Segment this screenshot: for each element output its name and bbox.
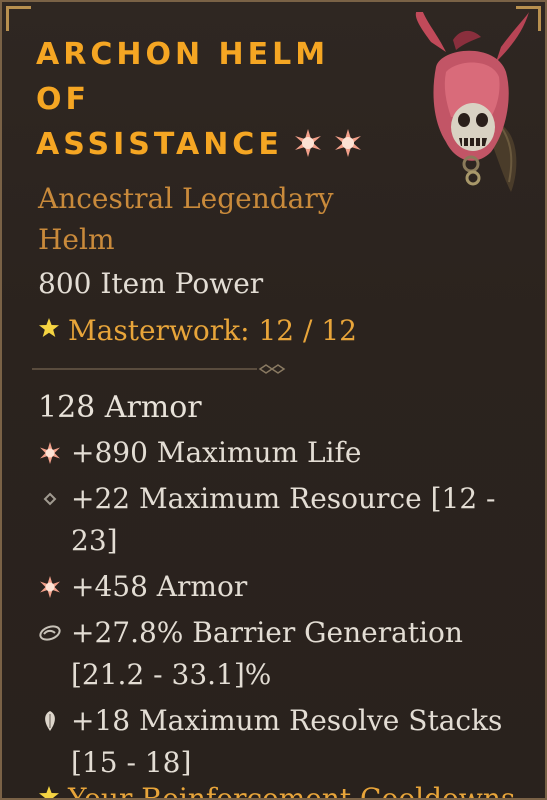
masterwork-star-icon xyxy=(39,318,59,337)
item-tooltip: ARCHON HELM OF ASSISTANCE Ancestral Lege… xyxy=(0,0,547,800)
affix-text: +18 Maximum Resolve Stacks [15 - 18] xyxy=(71,704,503,779)
archon-helm-image xyxy=(415,12,529,192)
affix-text: +890 Maximum Life xyxy=(71,436,362,469)
frame-corner-left xyxy=(6,6,31,31)
affix-row: +22 Maximum Resource [12 - 23] xyxy=(38,478,528,562)
affix-text: +22 Maximum Resource [12 - 23] xyxy=(71,482,496,557)
affix-text: +458 Armor xyxy=(71,570,248,603)
item-title-text: ASSISTANCE xyxy=(36,127,283,162)
affix-text: +27.8% Barrier Generation [21.2 - 33.1]% xyxy=(71,616,463,691)
affix-row: +458 Armor xyxy=(38,566,528,608)
diamond-bullet-icon xyxy=(43,492,57,506)
tempered-spiral-icon xyxy=(39,625,61,641)
cut-off-affix: Your Reinforcement Cooldowns xyxy=(38,782,516,800)
masterwork-text: Masterwork: 12 / 12 xyxy=(68,314,357,347)
item-title-line-3: ASSISTANCE xyxy=(36,122,416,167)
masterwork-star-icon xyxy=(39,786,59,798)
affix-row: +27.8% Barrier Generation [21.2 - 33.1]% xyxy=(38,612,528,696)
section-divider xyxy=(32,364,286,374)
greater-affix-star-icon xyxy=(334,129,361,157)
greater-affix-star-icon xyxy=(40,442,60,464)
shield-leaf-icon xyxy=(45,711,55,731)
masterwork-row: Masterwork: 12 / 12 xyxy=(38,314,357,347)
cut-off-affix-text: Your Reinforcement Cooldowns xyxy=(68,782,516,800)
item-title-line-2: OF xyxy=(36,82,90,117)
base-armor: 128 Armor xyxy=(38,390,202,425)
affix-row: +18 Maximum Resolve Stacks [15 - 18] xyxy=(38,700,528,784)
greater-affix-star-icon xyxy=(40,576,60,598)
item-title: ARCHON HELM OF ASSISTANCE xyxy=(36,32,416,167)
item-power: 800 Item Power xyxy=(38,267,264,300)
item-rarity-line-2: Helm xyxy=(38,223,115,256)
greater-affix-star-icon xyxy=(294,129,321,157)
item-rarity-line-1: Ancestral Legendary xyxy=(38,182,334,215)
item-title-line-1: ARCHON HELM xyxy=(36,37,330,72)
affix-row: +890 Maximum Life xyxy=(38,432,528,474)
